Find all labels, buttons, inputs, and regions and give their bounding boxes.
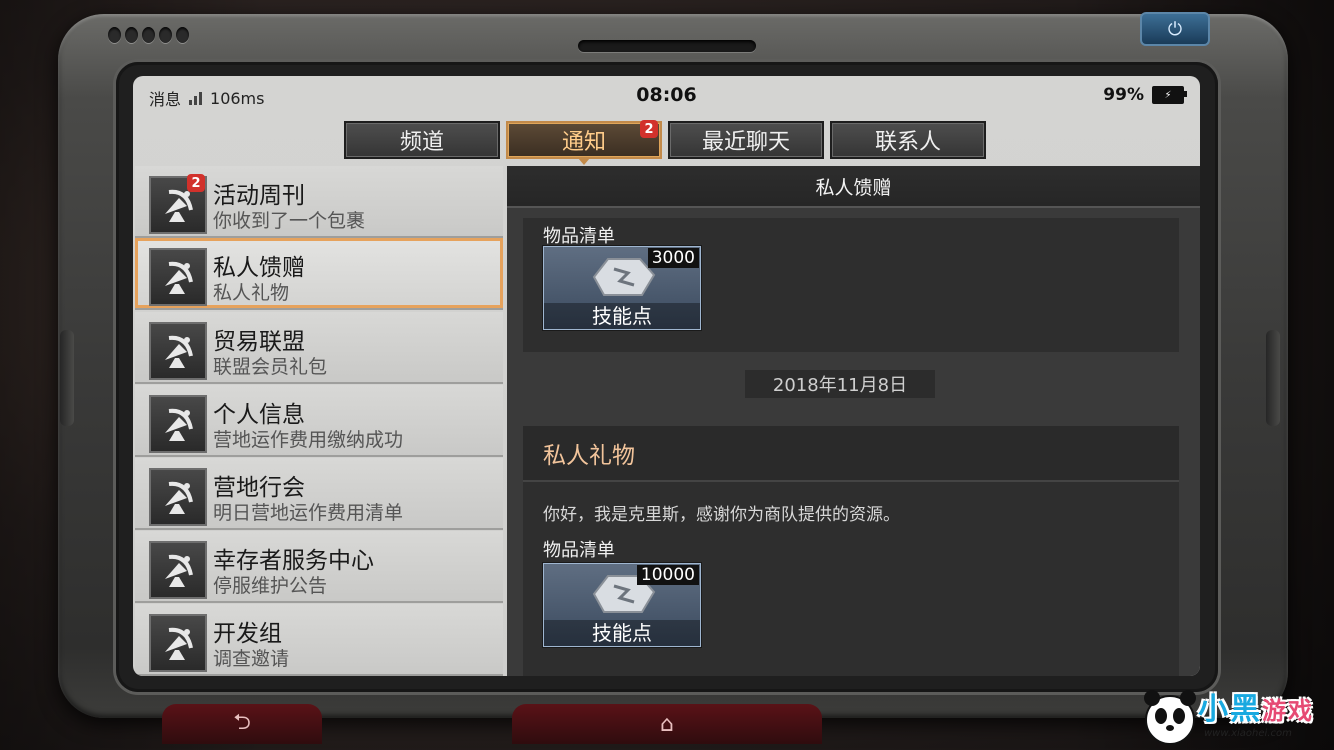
item-title: 贸易联盟 xyxy=(213,329,305,355)
watermark-main: 小黑 xyxy=(1198,692,1262,727)
notification-list: 2 活动周刊 你收到了一个包裹 私人馈赠 私人礼物 贸易联盟 联盟会员礼包 个人… xyxy=(135,166,505,676)
watermark-text: 小黑游戏 xyxy=(1198,684,1314,728)
list-item-camp-guild[interactable]: 营地行会 明日营地运作费用清单 xyxy=(135,458,503,530)
item-subtitle: 你收到了一个包裹 xyxy=(213,210,366,232)
item-subtitle: 停服维护公告 xyxy=(213,575,328,597)
item-subtitle: 明日营地运作费用清单 xyxy=(213,502,404,524)
tab-notifications[interactable]: 通知 2 xyxy=(506,120,662,165)
right-side-handle xyxy=(1266,330,1280,426)
item-subtitle: 调查邀请 xyxy=(213,648,290,670)
message-body: 你好，我是克里斯，感谢你为商队提供的资源。 xyxy=(543,505,900,525)
battery-icon: ⚡ xyxy=(1152,86,1187,104)
home-icon: ⌂ xyxy=(660,711,674,737)
reward-item[interactable]: 10000 技能点 xyxy=(543,563,701,647)
speaker-slot xyxy=(578,40,756,52)
back-icon: ⮌ xyxy=(233,710,251,735)
satellite-dish-icon xyxy=(149,395,207,453)
list-item-trade-alliance[interactable]: 贸易联盟 联盟会员礼包 xyxy=(135,312,503,384)
message-title: 私人礼物 xyxy=(523,426,1179,482)
satellite-dish-icon: 2 xyxy=(149,174,207,234)
watermark-game: 游戏 xyxy=(1262,697,1314,725)
status-bar: 消息 106ms 08:06 99% ⚡ xyxy=(133,76,1200,116)
detail-header: 私人馈赠 xyxy=(507,166,1200,208)
item-subtitle: 联盟会员礼包 xyxy=(213,356,328,378)
satellite-dish-icon xyxy=(149,541,207,599)
battery-percent: 99% xyxy=(1103,85,1144,105)
tab-label: 联系人 xyxy=(874,130,941,155)
item-list-label: 物品清单 xyxy=(543,226,615,247)
item-title: 开发组 xyxy=(213,621,282,647)
back-button[interactable]: ⮌ xyxy=(162,704,322,744)
vent-grille xyxy=(108,27,208,47)
item-title: 活动周刊 xyxy=(213,183,305,209)
reward-quantity: 10000 xyxy=(636,565,699,585)
power-icon: ⏻ xyxy=(1167,18,1183,40)
item-subtitle: 私人礼物 xyxy=(213,282,290,304)
tab-recent-chats[interactable]: 最近聊天 xyxy=(668,121,824,159)
clock: 08:06 xyxy=(636,84,697,106)
list-item-private-gift[interactable]: 私人馈赠 私人礼物 xyxy=(135,238,503,310)
satellite-dish-icon xyxy=(149,248,207,306)
tab-label: 最近聊天 xyxy=(701,130,790,155)
tab-label: 频道 xyxy=(399,130,444,155)
list-item-weekly-events[interactable]: 2 活动周刊 你收到了一个包裹 xyxy=(135,166,503,238)
message-date: 2018年11月8日 xyxy=(745,370,935,398)
satellite-dish-icon xyxy=(149,614,207,672)
reward-name: 技能点 xyxy=(544,620,700,646)
list-item-survivor-service[interactable]: 幸存者服务中心 停服维护公告 xyxy=(135,531,503,603)
message-detail-panel: 私人馈赠 物品清单 3000 技能点 2018年11月8日 私人礼物 你好，我是… xyxy=(507,166,1200,676)
home-button[interactable]: ⌂ xyxy=(512,704,822,744)
list-item-dev-team[interactable]: 开发组 调查邀请 xyxy=(135,604,503,676)
tab-bar: 频道 通知 2 最近聊天 联系人 xyxy=(344,120,986,165)
screen: 消息 106ms 08:06 99% ⚡ 频道 通知 2 最近聊天 联系人 2 活… xyxy=(133,76,1200,676)
tab-contacts[interactable]: 联系人 xyxy=(830,121,986,159)
item-title: 私人馈赠 xyxy=(213,255,305,281)
item-subtitle: 营地运作费用缴纳成功 xyxy=(213,429,404,451)
reward-name: 技能点 xyxy=(544,303,700,329)
list-item-personal-info[interactable]: 个人信息 营地运作费用缴纳成功 xyxy=(135,385,503,457)
left-side-handle xyxy=(60,330,74,426)
item-title: 幸存者服务中心 xyxy=(213,548,374,574)
watermark-url: www.xiaohei.com xyxy=(1204,728,1292,739)
reward-item[interactable]: 3000 技能点 xyxy=(543,246,701,330)
power-button[interactable]: ⏻ xyxy=(1140,12,1210,46)
reward-quantity: 3000 xyxy=(647,248,699,268)
item-title: 营地行会 xyxy=(213,475,305,501)
tab-channel[interactable]: 频道 xyxy=(344,121,500,159)
unread-badge: 2 xyxy=(640,120,658,138)
unread-badge: 2 xyxy=(187,174,205,192)
message-card: 私人礼物 你好，我是克里斯，感谢你为商队提供的资源。 物品清单 10000 技能… xyxy=(523,426,1179,676)
satellite-dish-icon xyxy=(149,322,207,380)
item-list-label: 物品清单 xyxy=(543,540,615,561)
tab-label: 通知 xyxy=(561,130,606,155)
item-list-card: 物品清单 3000 技能点 xyxy=(523,218,1179,352)
panda-logo-icon xyxy=(1144,690,1196,745)
site-watermark: 小黑游戏 www.xiaohei.com xyxy=(1140,682,1332,748)
battery-status: 99% ⚡ xyxy=(1103,85,1187,105)
item-title: 个人信息 xyxy=(213,402,305,428)
satellite-dish-icon xyxy=(149,468,207,526)
